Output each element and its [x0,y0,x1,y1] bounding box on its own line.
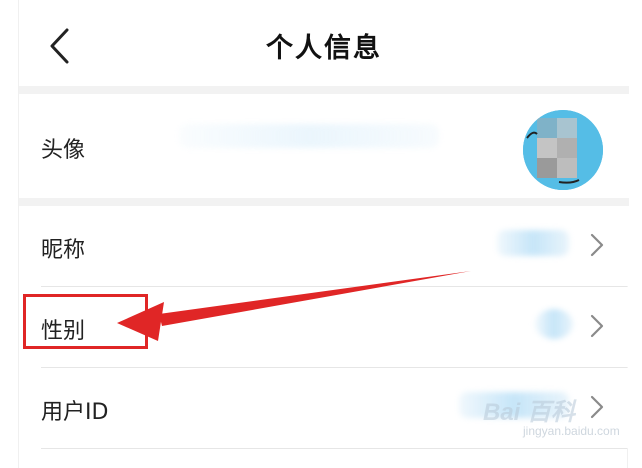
section-gap [19,86,629,94]
avatar-image-icon [523,110,603,190]
chevron-right-icon [590,233,604,257]
avatar[interactable] [523,110,603,190]
section-gap [19,198,629,206]
gender-value-obscured [535,309,573,339]
nav-header: 个人信息 [19,0,629,86]
row-gender[interactable]: 性别 [19,287,629,367]
obscured-background [179,124,439,148]
watermark-logo-text: Bai 百科 [483,399,576,426]
row-avatar-label: 头像 [41,138,86,163]
row-nickname-label: 昵称 [41,238,86,263]
watermark-url: jingyan.baidu.com [523,424,620,438]
row-gender-label: 性别 [41,319,86,344]
divider [41,448,627,449]
row-user-id-label: 用户ID [41,400,109,425]
baidu-jingyan-watermark: Bai 百科 jingyan.baidu.com [483,392,623,446]
chevron-right-icon [590,314,604,338]
personal-info-screen: 个人信息 头像 昵称 性别 用户ID Bai 百科 jingyan.baidu.… [18,0,629,468]
nickname-value-obscured [497,230,569,256]
page-title: 个人信息 [266,33,382,64]
row-nickname[interactable]: 昵称 [19,206,629,286]
